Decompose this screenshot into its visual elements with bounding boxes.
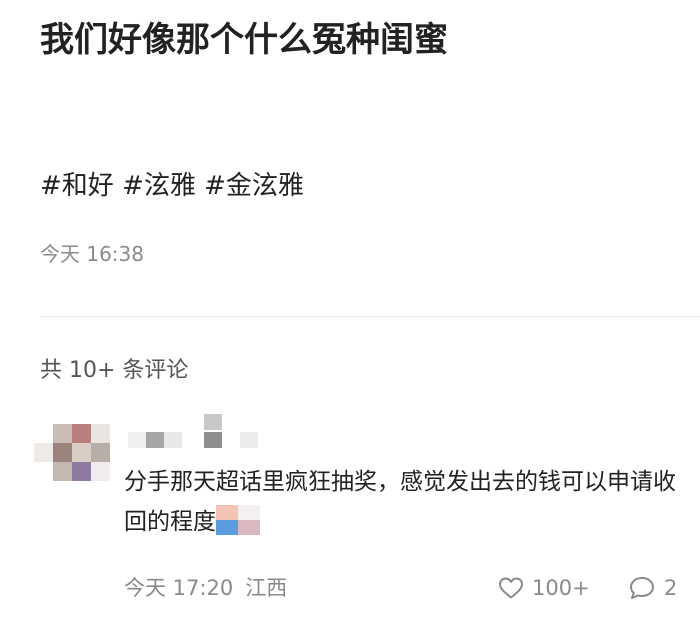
comment-count-label: 共 10+ 条评论 <box>40 358 189 383</box>
emoji-redacted <box>216 505 262 535</box>
comment-meta: 今天 17:20 江西 <box>124 572 287 604</box>
post-timestamp: 今天 16:38 <box>40 242 144 266</box>
like-count: 100+ <box>532 576 590 600</box>
comment-timestamp: 今天 17:20 <box>124 576 234 600</box>
comment-text-block: 分手那天超话里疯狂抽奖，感觉发出去的钱可以申请收回的程度 <box>124 462 684 542</box>
username-redacted[interactable] <box>128 412 258 452</box>
speech-bubble-icon <box>630 577 654 599</box>
reply-button[interactable]: 2 <box>628 572 677 604</box>
like-button[interactable]: 100+ <box>498 572 590 604</box>
hashtag-xuanya[interactable]: #泫雅 <box>122 171 196 201</box>
hashtag-list: #和好 #泫雅 #金泫雅 <box>40 166 304 206</box>
comment-location: 江西 <box>245 576 288 600</box>
section-divider <box>40 316 700 317</box>
reply-count: 2 <box>664 576 678 600</box>
hashtag-hehao[interactable]: #和好 <box>40 171 114 201</box>
comment-text: 分手那天超话里疯狂抽奖，感觉发出去的钱可以申请收回的程度 <box>124 469 676 535</box>
post-title: 我们好像那个什么冤种闺蜜 <box>40 20 448 60</box>
heart-outline-icon <box>499 577 523 599</box>
avatar[interactable] <box>34 424 110 488</box>
hashtag-jinxuanya[interactable]: #金泫雅 <box>204 171 304 201</box>
